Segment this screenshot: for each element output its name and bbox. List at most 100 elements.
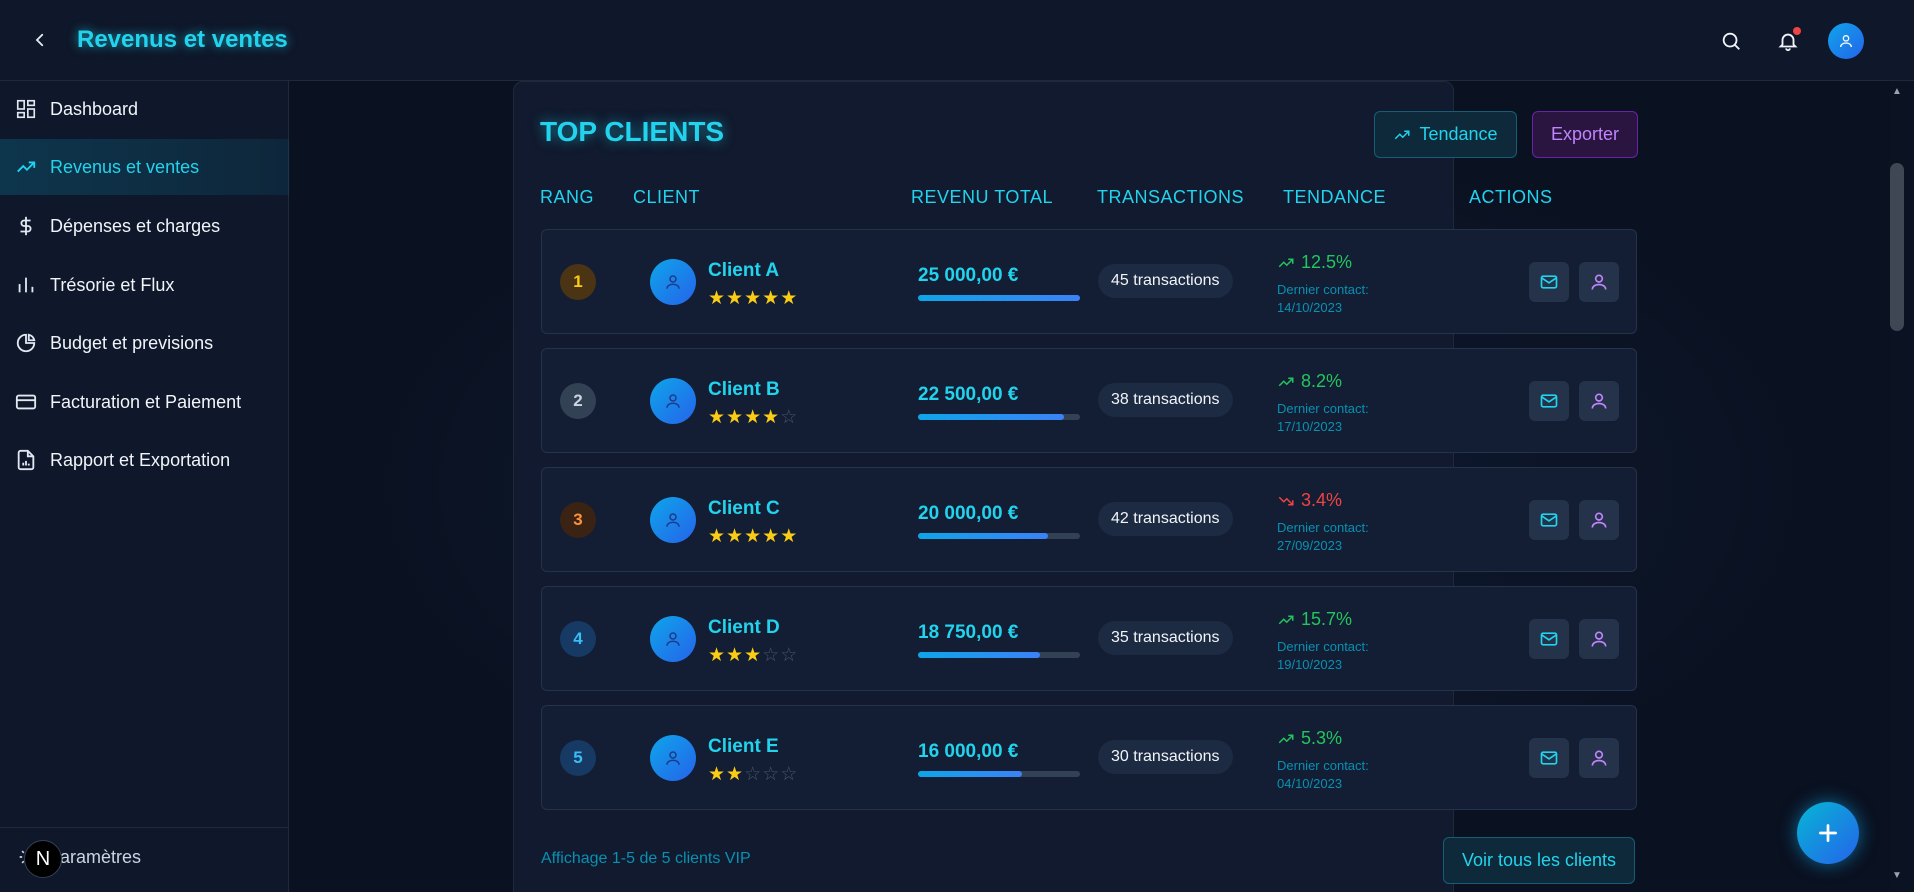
revenue-amount: 22 500,00 € — [918, 384, 1019, 405]
sidebar-item-budget[interactable]: Budget et previsions — [0, 315, 289, 371]
column-header-tendance: TENDANCE — [1283, 187, 1387, 207]
contact-date: 04/10/2023 — [1277, 776, 1343, 791]
email-button[interactable] — [1529, 619, 1569, 659]
table-row[interactable]: 4 Client D ★★★☆☆ 18 750,00 € 35 transact… — [541, 586, 1637, 691]
profile-button[interactable] — [1579, 262, 1619, 302]
file-chart-icon — [14, 448, 38, 472]
profile-button[interactable] — [1579, 738, 1619, 778]
email-button[interactable] — [1529, 500, 1569, 540]
revenue-bar — [918, 295, 1080, 301]
top-bar: Revenus et ventes — [0, 0, 1914, 81]
sidebar-item-facturation[interactable]: Facturation et Paiement — [0, 374, 289, 430]
contact-label: Dernier contact: — [1277, 520, 1369, 535]
user-avatar[interactable] — [1828, 23, 1864, 59]
sidebar-item-revenus[interactable]: Revenus et ventes — [0, 139, 289, 195]
revenue-amount: 20 000,00 € — [918, 503, 1019, 524]
rank-badge: 1 — [560, 264, 596, 300]
trend-indicator: 8.2% — [1277, 371, 1342, 392]
mail-icon — [1540, 632, 1558, 646]
email-button[interactable] — [1529, 381, 1569, 421]
chevron-left-icon — [35, 33, 44, 47]
last-contact: Dernier contact: 19/10/2023 — [1277, 638, 1369, 674]
column-header-rang: RANG — [540, 187, 595, 207]
trend-indicator: 15.7% — [1277, 609, 1352, 630]
revenue-bar-fill — [918, 533, 1048, 539]
mail-icon — [1540, 394, 1558, 408]
profile-button[interactable] — [1579, 381, 1619, 421]
contact-date: 14/10/2023 — [1277, 300, 1343, 315]
scroll-up-arrow[interactable]: ▲ — [1890, 84, 1904, 98]
last-contact: Dernier contact: 27/09/2023 — [1277, 519, 1369, 555]
notifications-button[interactable] — [1771, 24, 1805, 58]
star-filled-icon: ★ — [708, 764, 727, 785]
add-fab-button[interactable] — [1797, 802, 1859, 864]
trend-value: 5.3% — [1301, 728, 1343, 748]
table-row[interactable]: 5 Client E ★★☆☆☆ 16 000,00 € 30 transact… — [541, 705, 1637, 810]
notification-dot — [1793, 27, 1801, 35]
contact-label: Dernier contact: — [1277, 401, 1369, 416]
trending-down-icon — [1278, 496, 1294, 505]
star-filled-icon: ★ — [744, 526, 763, 547]
last-contact: Dernier contact: 17/10/2023 — [1277, 400, 1369, 436]
user-icon — [1591, 750, 1607, 766]
scrollbar-thumb[interactable] — [1890, 163, 1904, 331]
user-icon — [666, 632, 680, 646]
email-button[interactable] — [1529, 738, 1569, 778]
profile-button[interactable] — [1579, 619, 1619, 659]
dollar-icon — [14, 214, 38, 238]
star-filled-icon: ★ — [726, 645, 745, 666]
sidebar-item-label: Trésorie et Flux — [50, 274, 175, 295]
column-header-transactions: TRANSACTIONS — [1097, 187, 1245, 207]
sidebar-item-rapport[interactable]: Rapport et Exportation — [0, 432, 289, 488]
transactions-badge: 38 transactions — [1098, 383, 1233, 417]
tendance-button[interactable]: Tendance — [1374, 111, 1517, 158]
client-avatar — [650, 735, 696, 781]
star-empty-icon: ☆ — [780, 645, 799, 666]
profile-button[interactable] — [1579, 500, 1619, 540]
star-empty-icon: ☆ — [744, 764, 763, 785]
back-button[interactable] — [24, 24, 56, 56]
dev-overlay-badge[interactable]: N — [24, 840, 62, 878]
table-row[interactable]: 3 Client C ★★★★★ 20 000,00 € 42 transact… — [541, 467, 1637, 572]
view-all-clients-button[interactable]: Voir tous les clients — [1443, 837, 1635, 884]
rating-stars: ★★★★★ — [708, 287, 798, 310]
mail-icon — [1540, 275, 1558, 289]
sidebar-item-depenses[interactable]: Dépenses et charges — [0, 198, 289, 254]
search-button[interactable] — [1714, 24, 1748, 58]
user-icon — [1840, 35, 1852, 48]
last-contact: Dernier contact: 04/10/2023 — [1277, 757, 1369, 793]
export-button[interactable]: Exporter — [1532, 111, 1638, 158]
revenue-amount: 25 000,00 € — [918, 265, 1019, 286]
user-icon — [1591, 393, 1607, 409]
column-header-actions: ACTIONS — [1469, 187, 1553, 207]
trend-value: 12.5% — [1301, 252, 1353, 272]
contact-label: Dernier contact: — [1277, 758, 1369, 773]
sidebar-item-tresorie[interactable]: Trésorie et Flux — [0, 257, 289, 313]
sidebar-item-dashboard[interactable]: Dashboard — [0, 81, 289, 137]
transactions-badge: 35 transactions — [1098, 621, 1233, 655]
star-filled-icon: ★ — [744, 645, 763, 666]
revenue-bar — [918, 533, 1080, 539]
revenue-bar-fill — [918, 652, 1040, 658]
revenue-bar-fill — [918, 414, 1064, 420]
rank-badge: 2 — [560, 383, 596, 419]
user-icon — [1591, 631, 1607, 647]
transactions-badge: 42 transactions — [1098, 502, 1233, 536]
revenue-amount: 18 750,00 € — [918, 622, 1019, 643]
trending-up-icon — [1278, 615, 1294, 624]
scroll-down-arrow[interactable]: ▼ — [1890, 868, 1904, 882]
client-avatar — [650, 378, 696, 424]
rating-stars: ★★★☆☆ — [708, 644, 798, 667]
email-button[interactable] — [1529, 262, 1569, 302]
contact-label: Dernier contact: — [1277, 282, 1369, 297]
grid-icon — [14, 97, 38, 121]
rank-badge: 3 — [560, 502, 596, 538]
table-row[interactable]: 1 Client A ★★★★★ 25 000,00 € 45 transact… — [541, 229, 1637, 334]
search-icon — [1722, 32, 1740, 50]
client-name: Client E — [708, 736, 779, 757]
trending-up-icon — [1395, 130, 1410, 139]
sidebar-item-label: Budget et previsions — [50, 332, 214, 353]
rank-badge: 4 — [560, 621, 596, 657]
trend-indicator: 12.5% — [1277, 252, 1352, 273]
table-row[interactable]: 2 Client B ★★★★☆ 22 500,00 € 38 transact… — [541, 348, 1637, 453]
